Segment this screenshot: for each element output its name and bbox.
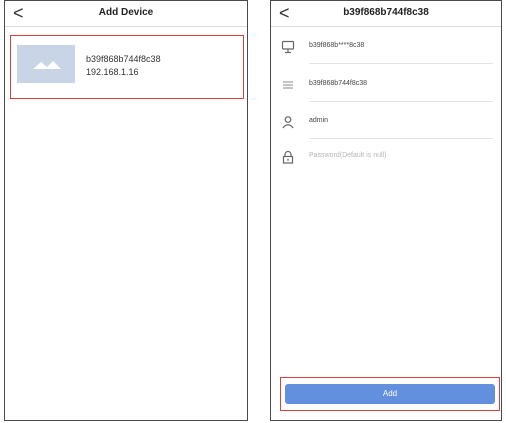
nav-bar: < Add Device — [5, 1, 247, 27]
list-icon — [281, 78, 295, 92]
divider — [309, 63, 493, 64]
monitor-icon — [281, 40, 295, 54]
add-button[interactable]: Add — [285, 384, 495, 404]
device-name-field[interactable]: b39f868b****8c38 — [281, 32, 493, 64]
password-input[interactable]: Password(Default is null) — [309, 152, 386, 159]
device-id-value: b39f868b744f8c38 — [309, 80, 367, 87]
image-placeholder-icon — [17, 45, 75, 83]
device-name: b39f868b744f8c38 — [86, 54, 161, 64]
divider — [309, 101, 493, 102]
username-field[interactable]: admin — [281, 107, 493, 139]
user-icon — [281, 115, 295, 129]
device-detail-screen: < b39f868b744f8c38 b39f868b****8c38 b39f… — [270, 0, 502, 421]
username-value: admin — [309, 117, 329, 124]
divider — [309, 138, 493, 139]
device-id-field[interactable]: b39f868b744f8c38 — [281, 70, 493, 102]
device-list-item[interactable]: b39f868b744f8c38 192.168.1.16 — [10, 35, 244, 99]
nav-bar: < b39f868b744f8c38 — [271, 1, 501, 27]
device-ip: 192.168.1.16 — [86, 67, 139, 77]
page-title: b39f868b744f8c38 — [343, 7, 429, 18]
add-device-screen: < Add Device b39f868b744f8c38 192.168.1.… — [4, 0, 248, 421]
password-field[interactable]: Password(Default is null) — [281, 142, 493, 174]
add-button-highlight: Add — [280, 377, 500, 411]
page-title: Add Device — [98, 7, 154, 18]
device-name-value: b39f868b****8c38 — [309, 42, 365, 49]
lock-icon — [281, 150, 295, 164]
